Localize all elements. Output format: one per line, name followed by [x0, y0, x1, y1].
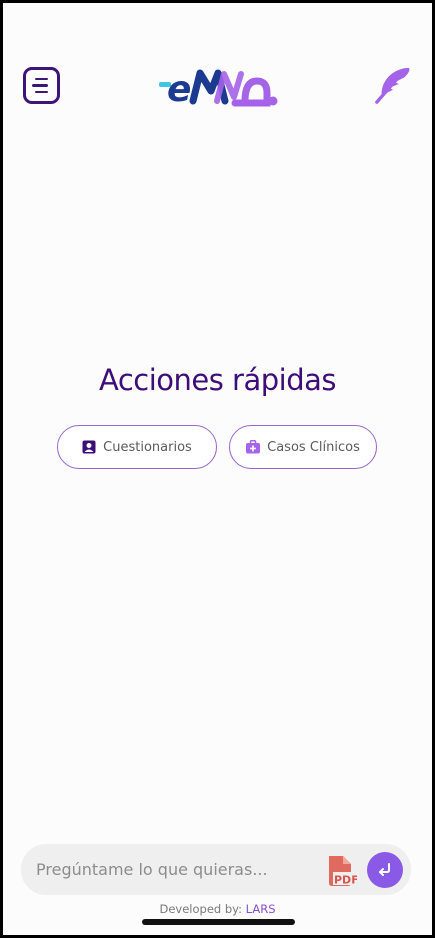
- chat-input-bar: PDF: [21, 844, 411, 895]
- app-screen: e Acciones rápidas Cuestionarios Casos C…: [3, 3, 432, 935]
- send-button[interactable]: [367, 852, 403, 888]
- footer-prefix: Developed by:: [159, 902, 243, 916]
- enter-arrow-icon: [379, 863, 390, 876]
- casos-clinicos-button[interactable]: Casos Clínicos: [229, 425, 377, 469]
- user-card-icon: [82, 440, 96, 454]
- menu-line: [32, 84, 48, 87]
- lars-link[interactable]: LARS: [246, 902, 276, 916]
- home-indicator[interactable]: [142, 919, 295, 925]
- cuestionarios-button[interactable]: Cuestionarios: [57, 425, 217, 469]
- feather-icon[interactable]: [374, 65, 412, 105]
- menu-line: [35, 90, 48, 94]
- casos-clinicos-label: Casos Clínicos: [267, 439, 360, 455]
- menu-button[interactable]: [23, 67, 60, 104]
- menu-line: [35, 77, 48, 81]
- chat-input[interactable]: [36, 844, 316, 895]
- pdf-upload-icon[interactable]: PDF: [325, 855, 357, 887]
- cuestionarios-label: Cuestionarios: [103, 439, 192, 455]
- ema-logo: e: [159, 69, 278, 110]
- footer-credit: Developed by: LARS: [3, 902, 432, 916]
- medical-kit-icon: [246, 440, 261, 454]
- svg-text:PDF: PDF: [334, 874, 357, 887]
- page-title: Acciones rápidas: [98, 363, 337, 397]
- svg-text:e: e: [167, 69, 191, 110]
